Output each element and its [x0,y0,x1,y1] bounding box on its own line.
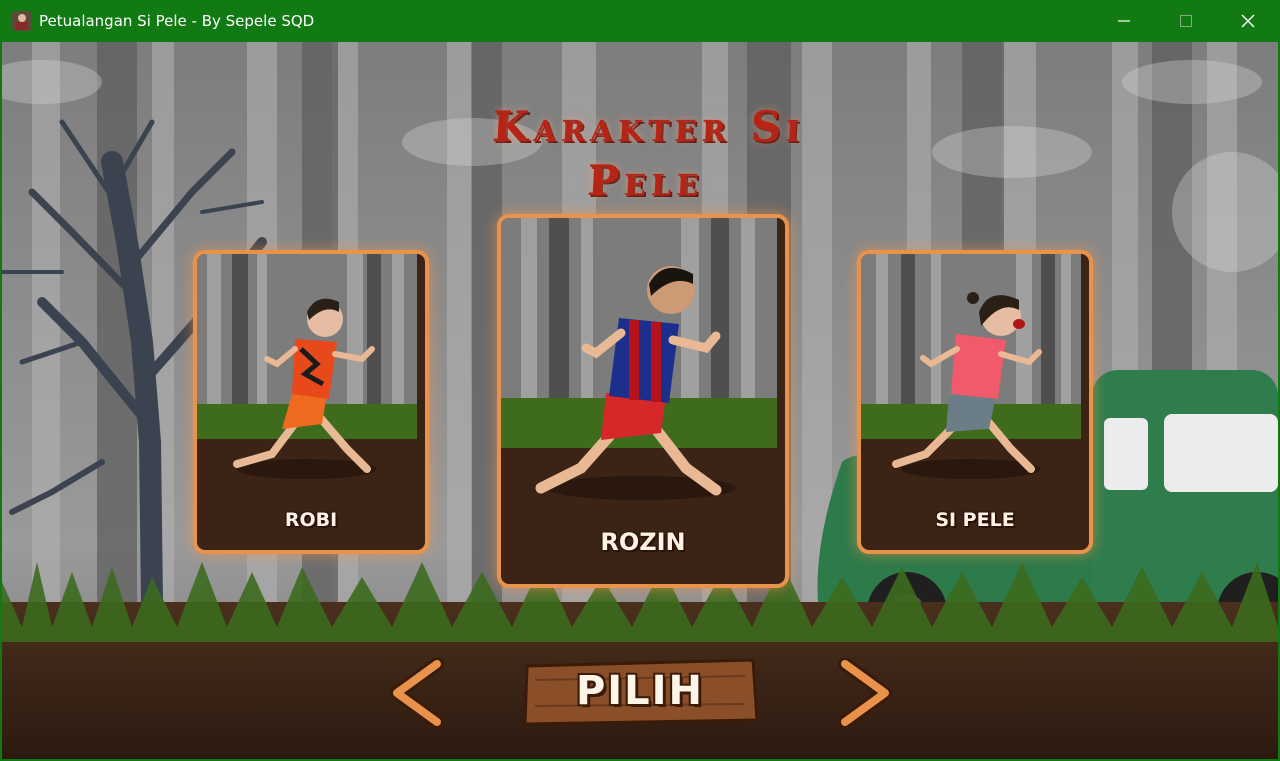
select-button[interactable]: PILIH [521,658,759,726]
game-window: Petualangan Si Pele - By Sepele SQD Kara… [0,0,1280,761]
minimize-button[interactable] [1093,0,1155,42]
character-rozin-illustration [501,218,777,576]
character-card-rozin[interactable]: ROZIN [497,214,789,588]
minimize-icon [1118,20,1130,22]
maximize-button[interactable] [1155,0,1217,42]
character-si-pele-illustration [861,254,1081,542]
title-bar[interactable]: Petualangan Si Pele - By Sepele SQD [0,0,1280,42]
game-heading: Karakter Si Pele [491,102,806,205]
character-name-si-pele: SI PELE [935,509,1015,531]
select-button-label: PILIH [575,668,705,714]
close-button[interactable] [1217,0,1279,42]
character-card-si-pele[interactable]: SI PELE [857,250,1093,554]
character-name-rozin: ROZIN [600,528,686,556]
chevron-left-icon[interactable] [387,658,445,728]
maximize-icon [1180,15,1192,27]
character-robi-illustration [197,254,417,542]
window-title: Petualangan Si Pele - By Sepele SQD [39,12,315,30]
app-icon [12,11,32,31]
character-name-robi: ROBI [284,509,338,531]
game-canvas: Karakter Si Pele ROBI ROZIN SI PELE PILI… [2,42,1278,759]
character-card-robi[interactable]: ROBI [193,250,429,554]
close-icon [1241,14,1255,28]
chevron-right-icon[interactable] [837,658,895,728]
